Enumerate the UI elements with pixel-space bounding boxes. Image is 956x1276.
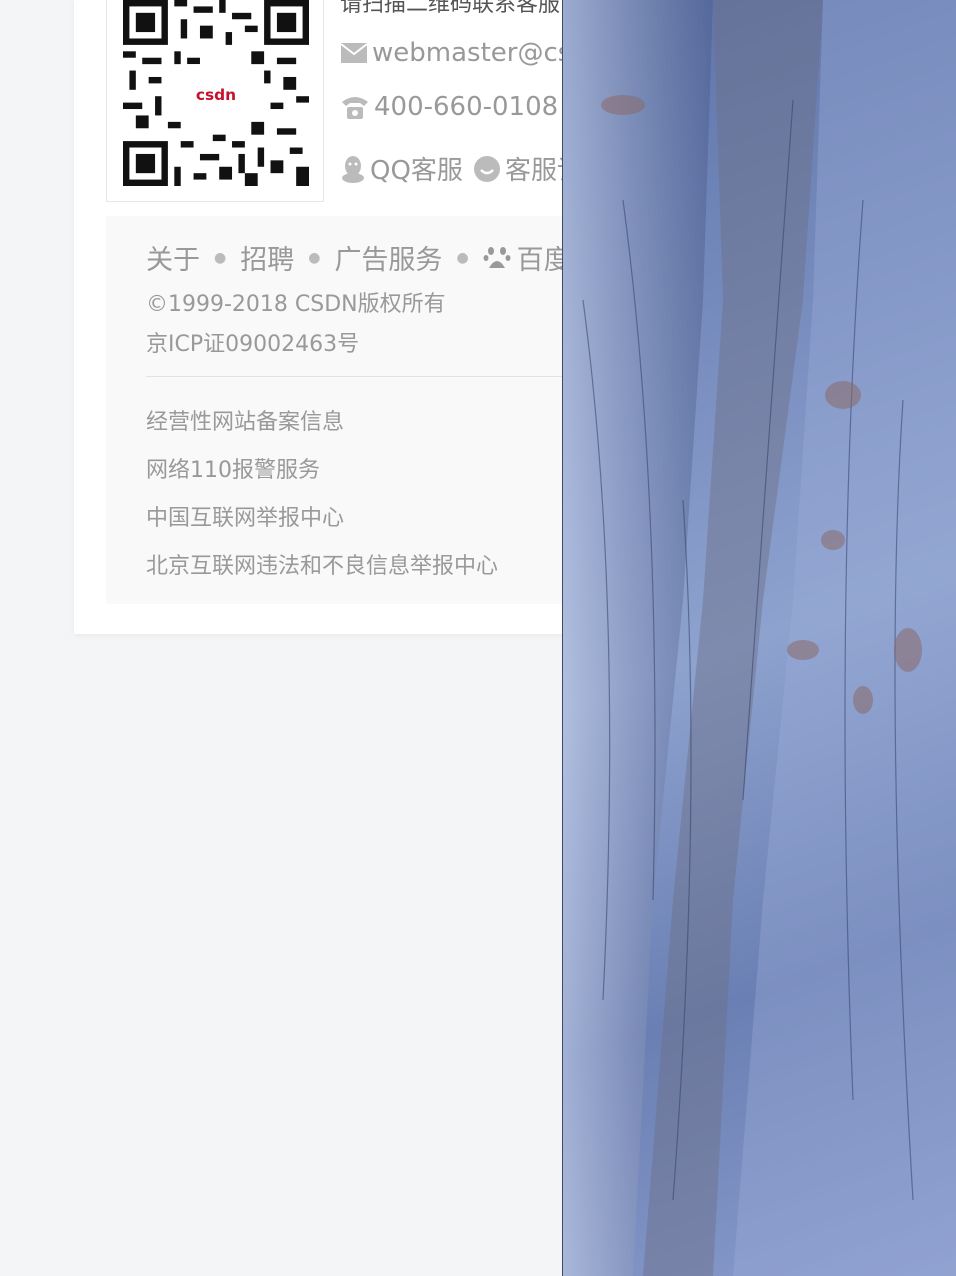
footer: 关于 ● 招聘 ● 广告服务 ● 百度 ©1999-2018 CSDN版权所有 …	[106, 216, 576, 604]
footer-link[interactable]: 经营性网站备案信息	[146, 404, 344, 436]
phone-icon	[340, 94, 370, 120]
footer-link[interactable]: 北京互联网违法和不良信息举报中心	[146, 548, 498, 580]
rock-texture	[563, 0, 956, 1276]
nav-about[interactable]: 关于	[146, 238, 200, 277]
qq-service-label: QQ客服	[370, 156, 463, 186]
phone-contact: 400-660-0108	[340, 92, 558, 122]
qr-code: csdn	[106, 0, 324, 202]
mail-icon	[340, 42, 368, 64]
footer-nav: 关于 ● 招聘 ● 广告服务 ● 百度	[146, 238, 571, 277]
qr-code-image: csdn	[123, 0, 309, 186]
footer-divider	[146, 376, 576, 377]
qq-penguin-icon	[340, 154, 366, 184]
icp-license[interactable]: 京ICP证09002463号	[146, 326, 359, 358]
nav-separator: ●	[308, 249, 321, 266]
background-photo	[562, 0, 956, 1276]
footer-link[interactable]: 网络110报警服务	[146, 452, 320, 484]
nav-baidu[interactable]: 百度	[483, 238, 571, 277]
chat-bubble-icon	[473, 155, 501, 183]
footer-link[interactable]: 中国互联网举报中心	[146, 500, 344, 532]
scan-qr-text: 请扫描二维码联系客服	[340, 0, 561, 17]
nav-separator: ●	[456, 249, 469, 266]
csdn-logo: csdn	[196, 86, 236, 104]
nav-ads[interactable]: 广告服务	[334, 238, 442, 277]
nav-separator: ●	[214, 249, 227, 266]
copyright: ©1999-2018 CSDN版权所有	[146, 292, 446, 317]
nav-jobs[interactable]: 招聘	[240, 238, 294, 277]
phone-number: 400-660-0108	[374, 92, 559, 122]
baidu-paw-icon	[483, 244, 511, 272]
